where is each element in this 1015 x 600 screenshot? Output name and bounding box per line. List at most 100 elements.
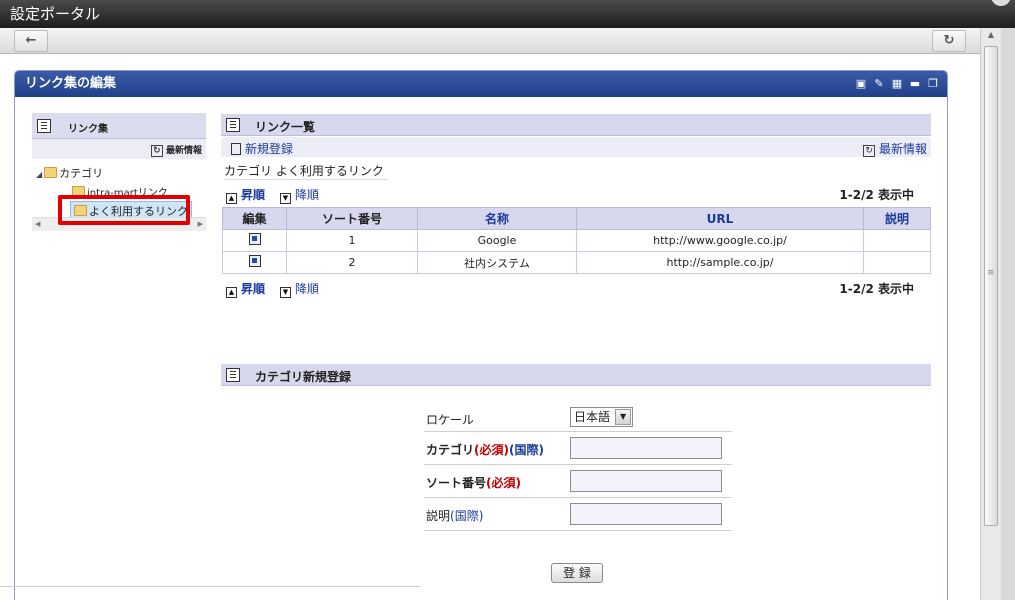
category-name-row: カテゴリ(必須)(国際) — [424, 432, 732, 465]
current-category-label: カテゴリ よく利用するリンク — [224, 162, 388, 180]
sort-ascending-link[interactable]: ▲ 昇順 — [226, 186, 265, 204]
clipboard-icon — [37, 119, 51, 133]
refresh-icon: ↻ — [863, 145, 876, 157]
result-count: 1-2/2 表示中 — [839, 188, 914, 202]
restore-icon[interactable]: ❐ — [927, 71, 939, 97]
links-table: 編集 ソート番号 名称 URL 説明 1 Google http://www.g… — [222, 207, 931, 274]
window-title: 設定ポータル — [10, 5, 101, 23]
category-form-title: カテゴリ新規登録 — [255, 370, 352, 384]
category-label-text: カテゴリ — [426, 443, 475, 457]
reload-icon[interactable]: ↻ — [932, 30, 966, 52]
table-header-row: 編集 ソート番号 名称 URL 説明 — [222, 207, 931, 230]
scroll-left-icon[interactable]: ◀ — [35, 220, 40, 228]
sort-controls-top: ▲ 昇順 ▼ 降順 1-2/2 表示中 — [226, 186, 934, 204]
tree-title: リンク集 — [68, 124, 108, 135]
sort-cell: 2 — [286, 251, 418, 274]
col-description[interactable]: 説明 — [863, 207, 931, 230]
window-knob — [991, 0, 1011, 6]
category-form: ロケール 日本語 ▼ カテゴリ(必須)(国際) ソート番号(必須) 説明(国際) — [424, 402, 732, 531]
locale-label: ロケール — [426, 413, 475, 427]
grip-icon: ≡ — [987, 268, 995, 278]
edit-icon[interactable] — [248, 255, 261, 267]
sort-number-row: ソート番号(必須) — [424, 465, 732, 498]
document-icon — [231, 143, 241, 155]
pencil-icon[interactable]: ✎ — [873, 71, 885, 97]
tree-header: リンク集 — [32, 113, 206, 139]
divider — [0, 586, 420, 587]
description-row: 説明(国際) — [424, 498, 732, 531]
name-cell: 社内システム — [417, 251, 577, 274]
required-marker: (必須) — [486, 476, 521, 490]
tree-latest-label: 最新情報 — [165, 146, 202, 156]
expand-arrow-icon[interactable]: ◢ — [36, 170, 42, 179]
sort-number-input[interactable] — [570, 470, 722, 492]
scrollbar-thumb[interactable]: ≡ — [984, 46, 998, 526]
vertical-scrollbar[interactable]: ▲ ≡ — [980, 28, 1015, 600]
back-arrow-icon[interactable]: ← — [14, 30, 48, 52]
col-name[interactable]: 名称 — [417, 207, 577, 230]
edit-icon[interactable] — [248, 233, 261, 245]
category-form-header: カテゴリ新規登録 — [221, 364, 931, 386]
tree-node-root[interactable]: ◢ カテゴリ — [36, 165, 103, 181]
sort-cell: 1 — [286, 229, 418, 252]
scrollbar-gutter — [1001, 28, 1015, 600]
table-row: 2 社内システム http://sample.co.jp/ — [222, 251, 931, 274]
clipboard-icon — [226, 118, 240, 132]
minimize-icon[interactable]: ▬ — [909, 71, 921, 97]
col-url[interactable]: URL — [576, 207, 864, 230]
window-title-bar: 設定ポータル — [0, 0, 1015, 28]
scroll-up-icon[interactable]: ▲ — [984, 30, 998, 44]
tree-root-label: カテゴリ — [59, 167, 104, 180]
result-count: 1-2/2 表示中 — [839, 282, 914, 296]
portlet-controls: ▣ ✎ ▦ ▬ ❐ — [855, 71, 939, 97]
col-sort-number: ソート番号 — [286, 207, 418, 230]
description-label: 説明(国際) — [426, 507, 483, 524]
tree-latest-link[interactable]: ↻ 最新情報 — [150, 143, 202, 157]
sort-descending-link[interactable]: ▼ 降順 — [280, 280, 319, 298]
locale-select[interactable]: 日本語 ▼ — [570, 407, 634, 427]
sort-descending-link[interactable]: ▼ 降順 — [280, 186, 319, 204]
desc-label-text: 説明 — [426, 509, 451, 523]
edit-cell — [222, 251, 287, 274]
sort-label-text: ソート番号 — [426, 476, 487, 490]
url-cell: http://sample.co.jp/ — [576, 251, 864, 274]
tree-toolbar: ↻ 最新情報 — [32, 139, 206, 159]
edit-cell — [222, 229, 287, 252]
sort-down-icon: ▼ — [280, 287, 291, 298]
sort-desc-label: 降順 — [295, 282, 320, 296]
settings-icon[interactable]: ▦ — [891, 71, 903, 97]
register-button[interactable]: 登 録 — [551, 563, 603, 583]
refresh-icon: ↻ — [150, 145, 163, 157]
sort-asc-label: 昇順 — [241, 282, 266, 296]
sort-desc-label: 降順 — [295, 188, 320, 202]
url-cell: http://www.google.co.jp/ — [576, 229, 864, 252]
navigation-bar: ← ↻ — [0, 28, 980, 54]
portlet-title: リンク集の編集 — [25, 76, 117, 91]
new-registration-label: 新規登録 — [245, 142, 294, 156]
locale-row: ロケール 日本語 ▼ — [424, 402, 732, 432]
latest-info-link[interactable]: ↻ 最新情報 — [863, 140, 927, 157]
new-registration-link[interactable]: 新規登録 — [231, 140, 293, 157]
sort-asc-label: 昇順 — [241, 188, 266, 202]
name-cell: Google — [417, 229, 577, 252]
locale-selected-value: 日本語 — [574, 410, 611, 424]
scroll-right-icon[interactable]: ▶ — [198, 220, 203, 228]
chevron-down-icon[interactable]: ▼ — [615, 409, 632, 425]
latest-info-label: 最新情報 — [878, 142, 927, 156]
international-marker: (国際) — [450, 509, 484, 523]
link-list-title: リンク一覧 — [255, 120, 316, 134]
category-name-input[interactable] — [570, 437, 722, 459]
description-input[interactable] — [570, 503, 722, 525]
desc-cell — [863, 251, 931, 274]
highlight-frame — [58, 195, 190, 225]
portlet-header: リンク集の編集 ▣ ✎ ▦ ▬ ❐ — [15, 71, 947, 97]
required-marker: (必須) — [474, 443, 509, 457]
sort-up-icon: ▲ — [226, 193, 237, 204]
sort-down-icon: ▼ — [280, 193, 291, 204]
monitor-icon[interactable]: ▣ — [855, 71, 867, 97]
table-row: 1 Google http://www.google.co.jp/ — [222, 229, 931, 252]
link-list-header: リンク一覧 — [221, 114, 931, 136]
sort-ascending-link[interactable]: ▲ 昇順 — [226, 280, 265, 298]
folder-icon — [44, 167, 58, 178]
col-edit: 編集 — [222, 207, 287, 230]
